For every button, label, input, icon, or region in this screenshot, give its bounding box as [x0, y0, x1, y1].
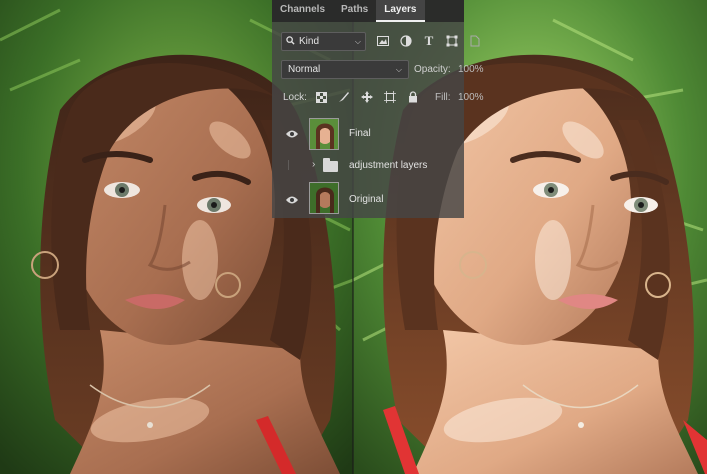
layer-thumbnail [309, 118, 339, 150]
tab-paths[interactable]: Paths [333, 0, 376, 22]
lock-image-icon[interactable] [337, 89, 351, 105]
adjustment-filter-icon[interactable] [399, 32, 413, 50]
blend-mode-value: Normal [288, 64, 321, 75]
panel-tab-bar: Channels Paths Layers [272, 0, 464, 22]
blend-mode-dropdown[interactable]: Normal ⌵ [281, 60, 409, 79]
opacity-input[interactable]: 100% [458, 64, 484, 75]
layer-name: adjustment layers [349, 160, 428, 171]
tab-channels[interactable]: Channels [272, 0, 333, 22]
smart-object-filter-icon[interactable] [468, 32, 482, 50]
chevron-down-icon: ⌵ [395, 64, 402, 74]
lock-artboard-icon[interactable] [383, 89, 397, 105]
layers-panel: Channels Paths Layers Kind ⌵ T Normal ⌵ … [272, 0, 484, 218]
search-icon [286, 35, 295, 48]
layer-name: Final [349, 128, 371, 139]
tab-layers[interactable]: Layers [376, 0, 425, 22]
lock-icon-group [314, 89, 420, 105]
lock-transparent-icon[interactable] [314, 89, 328, 105]
chevron-down-icon: ⌵ [354, 36, 361, 46]
opacity-label: Opacity: [414, 64, 451, 75]
fill-label: Fill: [435, 92, 451, 103]
lock-position-icon[interactable] [360, 89, 374, 105]
filter-icon-group: T [376, 32, 482, 50]
layer-row-original[interactable]: Original [272, 180, 464, 216]
layer-row-final[interactable]: Final [272, 116, 464, 152]
fill-input[interactable]: 100% [458, 92, 484, 103]
kind-filter-dropdown[interactable]: Kind ⌵ [281, 32, 366, 51]
kind-filter-label: Kind [299, 36, 320, 47]
image-filter-icon[interactable] [376, 32, 390, 50]
lock-label: Lock: [283, 92, 307, 103]
visibility-toggle[interactable] [288, 160, 296, 170]
eye-icon[interactable] [285, 195, 299, 205]
layer-name: Original [349, 194, 384, 205]
shape-filter-icon[interactable] [445, 32, 459, 50]
layer-row-adjustment-group[interactable]: › adjustment layers [272, 152, 464, 178]
chevron-right-icon[interactable]: › [312, 159, 315, 170]
layer-thumbnail [309, 182, 339, 214]
type-filter-icon[interactable]: T [422, 32, 436, 50]
folder-icon [323, 158, 338, 172]
lock-all-icon[interactable] [406, 89, 420, 105]
eye-icon[interactable] [285, 129, 299, 139]
